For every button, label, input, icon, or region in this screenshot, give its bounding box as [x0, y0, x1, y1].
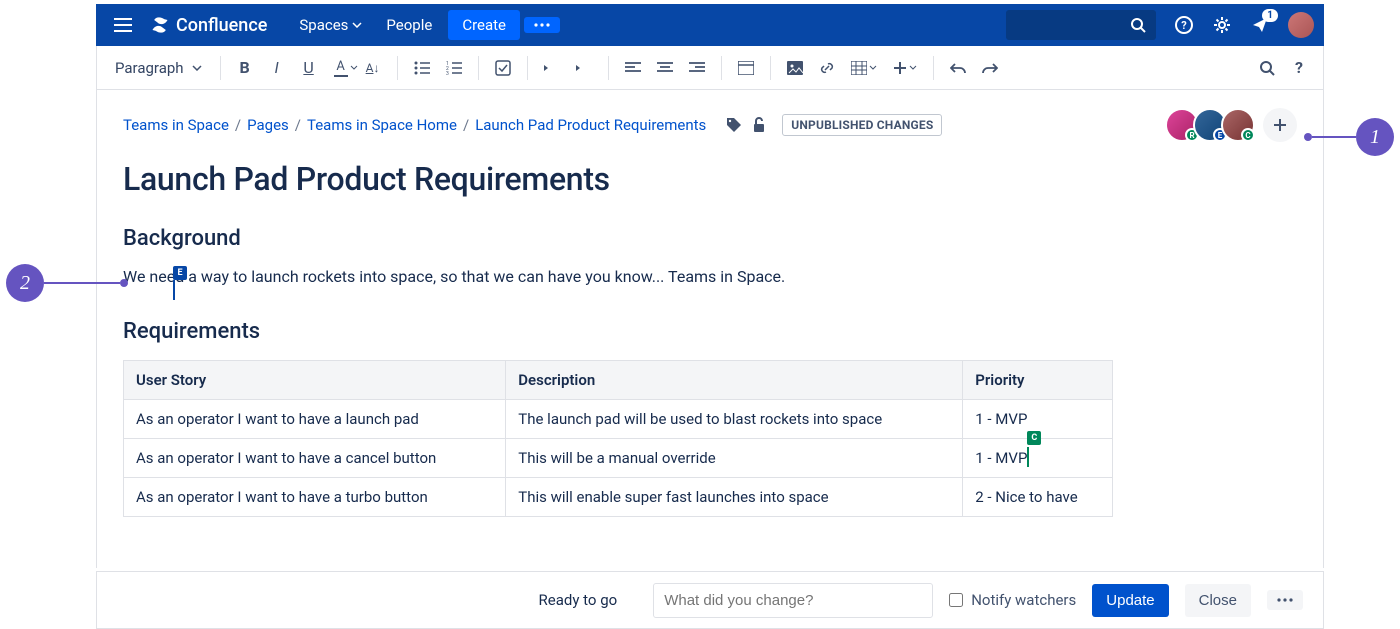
- collab-cursor-marker-c: C: [1027, 431, 1041, 445]
- nav-people[interactable]: People: [374, 8, 444, 42]
- table-row[interactable]: As an operator I want to have a launch p…: [124, 400, 1113, 439]
- heading-background[interactable]: Background: [123, 226, 1297, 251]
- help-icon[interactable]: ?: [1174, 15, 1194, 35]
- page-layout-button[interactable]: [732, 53, 760, 83]
- more-formatting-button[interactable]: A↓: [359, 53, 387, 83]
- create-more-button[interactable]: [524, 17, 560, 33]
- task-list-button[interactable]: [489, 53, 517, 83]
- align-right-button[interactable]: [683, 53, 711, 83]
- undo-button[interactable]: [944, 53, 972, 83]
- breadcrumb-space[interactable]: Teams in Space: [123, 116, 229, 134]
- more-actions-button[interactable]: [1267, 590, 1303, 610]
- restrictions-icon[interactable]: [752, 117, 766, 133]
- requirements-table[interactable]: User Story Description Priority As an op…: [123, 360, 1113, 517]
- annotation-2: 2: [6, 264, 128, 302]
- col-priority: Priority: [963, 361, 1113, 400]
- notifications-icon[interactable]: 1: [1250, 15, 1270, 35]
- svg-text:3: 3: [446, 71, 449, 75]
- redo-button[interactable]: [976, 53, 1004, 83]
- bullet-list-button[interactable]: [408, 53, 436, 83]
- text-color-button[interactable]: A: [327, 53, 355, 83]
- profile-avatar[interactable]: [1288, 12, 1314, 38]
- close-button[interactable]: Close: [1185, 584, 1251, 617]
- annotation-1: 1: [1304, 118, 1394, 156]
- align-left-button[interactable]: [619, 53, 647, 83]
- editor-footer: Ready to go Notify watchers Update Close: [96, 571, 1324, 629]
- global-nav: Confluence Spaces People Create ? 1: [96, 4, 1324, 46]
- table-row[interactable]: As an operator I want to have a cancel b…: [124, 439, 1113, 478]
- col-user-story: User Story: [124, 361, 506, 400]
- table-row[interactable]: As an operator I want to have a turbo bu…: [124, 478, 1113, 517]
- find-replace-button[interactable]: [1253, 53, 1281, 83]
- breadcrumb-pages[interactable]: Pages: [247, 116, 289, 134]
- bold-button[interactable]: B: [231, 53, 259, 83]
- link-button[interactable]: [813, 53, 841, 83]
- unpublished-badge: UNPUBLISHED CHANGES: [782, 114, 942, 136]
- heading-requirements[interactable]: Requirements: [123, 319, 1297, 344]
- collaborator-avatar[interactable]: C: [1221, 108, 1255, 142]
- background-paragraph[interactable]: We need a way to launch rockets into spa…: [123, 265, 1297, 289]
- underline-button[interactable]: U: [295, 53, 323, 83]
- align-center-button[interactable]: [651, 53, 679, 83]
- chevron-down-icon: [192, 65, 202, 71]
- numbered-list-button[interactable]: 123: [440, 53, 468, 83]
- settings-icon[interactable]: [1212, 15, 1232, 35]
- page-title[interactable]: Launch Pad Product Requirements: [123, 160, 1297, 198]
- search-icon: [1130, 17, 1146, 33]
- breadcrumb: Teams in Space / Pages / Teams in Space …: [123, 116, 706, 134]
- editor-content: Teams in Space / Pages / Teams in Space …: [96, 90, 1324, 568]
- outdent-button[interactable]: [538, 53, 566, 83]
- collab-caret-c: [1027, 447, 1029, 467]
- collab-cursor-marker-e: E: [173, 266, 187, 280]
- version-comment-input[interactable]: [653, 583, 933, 618]
- breadcrumb-home[interactable]: Teams in Space Home: [307, 116, 457, 134]
- indent-button[interactable]: [570, 53, 598, 83]
- update-button[interactable]: Update: [1092, 584, 1168, 617]
- product-name: Confluence: [176, 15, 267, 36]
- search-input[interactable]: [1006, 10, 1156, 40]
- notify-watchers-checkbox[interactable]: Notify watchers: [949, 591, 1076, 609]
- notification-count: 1: [1262, 9, 1278, 22]
- app-switcher-icon[interactable]: [106, 10, 140, 40]
- svg-text:?: ?: [1181, 19, 1187, 32]
- col-description: Description: [506, 361, 963, 400]
- create-button[interactable]: Create: [448, 10, 520, 40]
- collaborator-avatars: R E C: [1171, 108, 1297, 142]
- editor-toolbar: Paragraph B I U A A↓ 123 ?: [96, 46, 1324, 90]
- insert-more-button[interactable]: [887, 53, 923, 83]
- labels-icon[interactable]: [726, 117, 742, 133]
- image-button[interactable]: [781, 53, 809, 83]
- confluence-logo[interactable]: Confluence: [150, 15, 267, 36]
- italic-button[interactable]: I: [263, 53, 291, 83]
- collab-caret-e: [173, 280, 175, 300]
- paragraph-style-select[interactable]: Paragraph: [107, 55, 210, 81]
- editor-help-button[interactable]: ?: [1285, 53, 1313, 83]
- nav-spaces[interactable]: Spaces: [287, 8, 374, 42]
- table-button[interactable]: [845, 53, 883, 83]
- add-collaborator-button[interactable]: [1263, 108, 1297, 142]
- draft-status: Ready to go: [539, 591, 618, 609]
- breadcrumb-current[interactable]: Launch Pad Product Requirements: [475, 116, 706, 134]
